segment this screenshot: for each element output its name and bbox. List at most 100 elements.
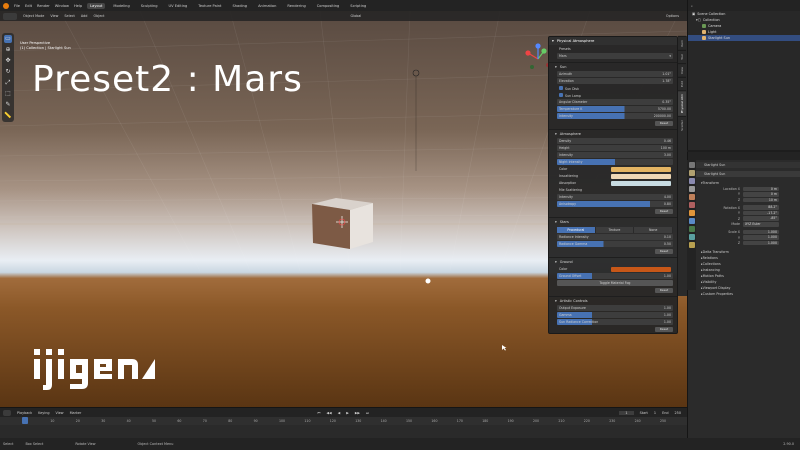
world-tab-icon[interactable] [688,202,695,208]
menu-file[interactable]: File [14,4,20,8]
play-icon[interactable]: ▶ [346,411,349,415]
scale-z-value[interactable]: 1.000 [743,240,779,246]
inscattering-swatch[interactable] [611,173,671,179]
absorption-row[interactable]: Absorption [557,180,673,186]
sidebar-tab-scatter[interactable]: Scatter [678,115,686,134]
gamma-slider[interactable]: Gamma 1.00 [557,312,673,318]
marker-menu[interactable]: Marker [70,411,82,415]
artistic-controls-section-header[interactable]: ▾ Artistic Controls [549,296,677,304]
atmosphere-section-header[interactable]: ▾ Atmosphere [549,129,677,137]
data-name-field[interactable]: Starlight Sun [688,171,800,177]
ground-reset-button[interactable]: Reset [655,288,673,293]
start-frame-field[interactable]: 1 [654,411,656,415]
sun-radiance-correction-slider[interactable]: Sun Radiance Correction 1.00 [557,319,673,325]
angular-diameter-field[interactable]: Angular Diameter 0.35° [557,99,673,105]
scale-tool-icon[interactable]: ⤢ [4,79,12,87]
search-icon[interactable]: ⌕ [691,4,693,8]
workspace-tab-shading[interactable]: Shading [229,3,250,9]
sun-disk-checkbox[interactable]: Sun Disk [557,85,673,91]
jump-end-icon[interactable]: ⏭ [366,411,369,415]
ground-offset-slider[interactable]: Ground Offset 1.00 [557,273,673,279]
stars-tab-none[interactable]: None [634,227,674,233]
viewport-menu-object[interactable]: Object [93,14,104,18]
sidebar-tab-tool[interactable]: Tool [678,49,686,63]
play-reverse-icon[interactable]: ◀ [338,411,341,415]
scale-y-value[interactable]: 1.000 [743,235,779,240]
outliner-item-starlight-sun[interactable]: Starlight Sun [688,35,800,41]
rotation-y-value[interactable]: -17.2° [743,210,779,216]
cursor-tool-icon[interactable]: ⊕ [4,46,12,54]
mode-dropdown[interactable]: XYZ Euler [743,222,779,227]
ground-section-header[interactable]: ▾ Ground [549,257,677,265]
prev-key-icon[interactable]: ◀◀ [326,411,331,415]
render-tab-icon[interactable] [688,170,695,176]
workspace-tab-uv-editing[interactable]: UV Editing [166,3,191,9]
options-dropdown[interactable]: Options [666,14,679,18]
jump-start-icon[interactable]: ⏮ [317,411,320,415]
atmosphere-intensity-field[interactable]: Intensity 3.00 [557,152,673,158]
workspace-tab-animation[interactable]: Animation [255,3,279,9]
timeline-view-menu[interactable]: View [56,411,64,415]
menu-edit[interactable]: Edit [25,4,32,8]
radiance-intensity-field[interactable]: Radiance Intensity 0.10 [557,234,673,240]
custom-properties-section[interactable]: ▸ Custom Properties [688,291,800,297]
location-x-value[interactable]: 0 m [743,186,779,192]
move-tool-icon[interactable]: ✥ [4,57,12,65]
data-tab-icon[interactable] [688,242,695,248]
atmosphere-color-swatch[interactable] [611,166,671,172]
object-mode-dropdown[interactable]: Object Mode [23,14,44,18]
object-tab-icon[interactable] [688,210,695,216]
workspace-tab-rendering[interactable]: Rendering [284,3,308,9]
rotation-x-value[interactable]: 88.2° [743,205,779,210]
sun-intensity-slider[interactable]: Intensity 200000.00 [557,113,673,119]
temperature-slider[interactable]: Temperature K 5700.00 [557,106,673,112]
stars-tab-texture[interactable]: Texture [595,227,635,233]
workspace-tab-layout[interactable]: Layout [87,2,106,9]
menu-window[interactable]: Window [55,4,69,8]
modifier-tab-icon[interactable] [688,218,695,224]
current-frame-field[interactable]: 1 [619,410,634,415]
location-z-row[interactable]: Z 10 m [703,197,800,203]
stars-section-header[interactable]: ▾ Stars [549,217,677,225]
select-box-tool-icon[interactable]: ▭ [4,35,12,43]
annotate-tool-icon[interactable]: ✎ [4,101,12,109]
workspace-tab-sculpting[interactable]: Sculpting [138,3,161,9]
azimuth-field[interactable]: Azimuth 1.01° [557,71,673,77]
measure-tool-icon[interactable]: 📏 [4,112,12,120]
rotate-tool-icon[interactable]: ↻ [4,68,12,76]
rotation-z-value[interactable]: -85° [743,216,779,222]
object-name-field[interactable]: Starlight Sun [688,162,800,168]
rotation-mode-row[interactable]: Mode XYZ Euler [703,222,800,228]
atmosphere-reset-button[interactable]: Reset [655,209,673,214]
output-exposure-field[interactable]: Output Exposure 1.00 [557,305,673,311]
menu-render[interactable]: Render [37,4,50,8]
stars-reset-button[interactable]: Reset [655,249,673,254]
radiance-gamma-slider[interactable]: Radiance Gamma 0.50 [557,241,673,247]
scale-x-value[interactable]: 1.000 [743,229,779,235]
height-field[interactable]: Height 100 m [557,145,673,151]
density-field[interactable]: Density 0.46 [557,138,673,144]
stars-tab-procedural[interactable]: Procedural [557,227,596,233]
mie-intensity-field[interactable]: Intensity 4.00 [557,194,673,200]
workspace-tab-texture-paint[interactable]: Texture Paint [195,3,224,9]
night-intensity-slider[interactable]: Night Intensity [557,159,673,165]
sidebar-tab-edit[interactable]: Edit [678,76,686,90]
scene-tab-icon[interactable] [688,194,695,200]
playback-menu[interactable]: Playback [17,411,32,415]
panel-header[interactable]: ▾ Physical Atmosphere [549,37,677,45]
sidebar-tab-view[interactable]: View [678,62,686,77]
sun-reset-button[interactable]: Reset [655,121,673,126]
tool-tab-icon[interactable] [688,162,695,168]
3d-viewport[interactable]: Object Mode View Select Add Object Globa… [0,11,687,407]
location-z-value[interactable]: 10 m [743,197,779,203]
scale-z-row[interactable]: Z 1.000 [703,240,800,246]
anisotropy-slider[interactable]: Anisotropy 0.80 [557,201,673,207]
physics-tab-icon[interactable] [688,226,695,232]
output-tab-icon[interactable] [688,178,695,184]
end-frame-field[interactable]: 250 [675,411,681,415]
viewport-menu-add[interactable]: Add [81,14,88,18]
sun-section-header[interactable]: ▾ Sun [549,62,677,70]
viewport-menu-view[interactable]: View [50,14,58,18]
playhead[interactable] [22,417,28,424]
next-key-icon[interactable]: ▶▶ [355,411,360,415]
